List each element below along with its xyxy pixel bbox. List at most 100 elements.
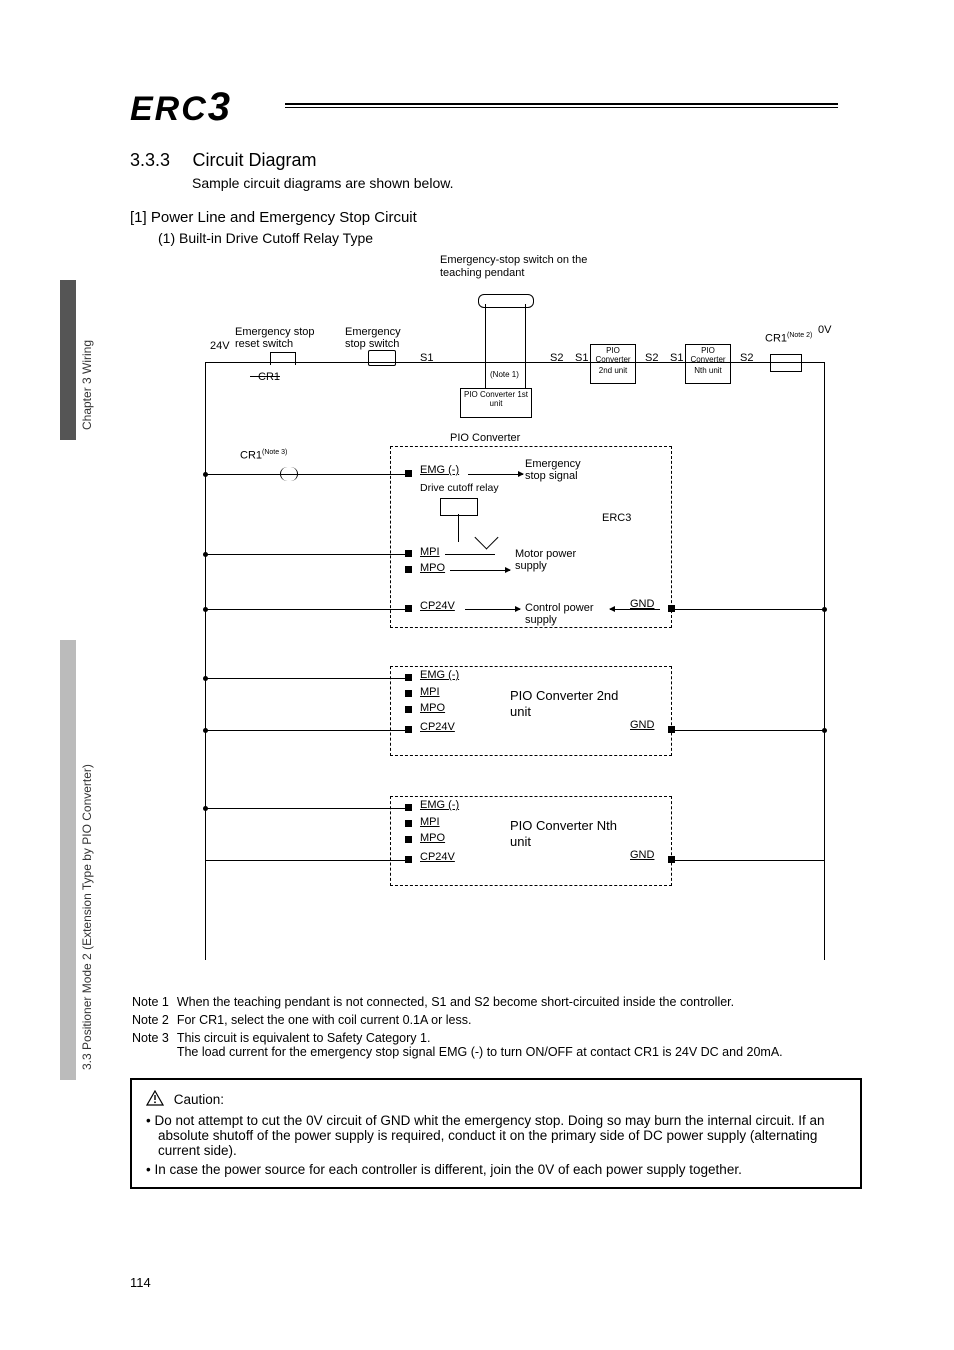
- wire-cp24v-3: [205, 860, 405, 861]
- note-3-text2: The load current for the emergency stop …: [177, 1045, 783, 1059]
- node-left-3: [203, 607, 208, 612]
- node-left-4: [203, 676, 208, 681]
- term-emg-3: [405, 804, 412, 811]
- label-s2-c: S2: [740, 352, 753, 364]
- circuit-diagram: Emergency-stop switch on the teaching pe…: [130, 254, 840, 984]
- box-pio-label-b: PIO Converter: [686, 347, 730, 365]
- side-label-chapter: Chapter 3 Wiring: [80, 340, 94, 430]
- term-mpi-1: [405, 550, 412, 557]
- wire-pendant-right: [525, 304, 526, 362]
- note-row-1: Note 1 When the teaching pendant is not …: [132, 994, 789, 1010]
- box-pio-nth-label: Nth unit: [686, 367, 730, 376]
- node-left-2: [203, 552, 208, 557]
- label-gnd-1: GND: [630, 598, 654, 610]
- label-pio-nth: PIO Converter Nth unit: [510, 818, 620, 849]
- subsection-subheading: (1) Built-in Drive Cutoff Relay Type: [158, 230, 840, 246]
- logo: ERC3: [130, 85, 232, 130]
- wire-pendant-left: [485, 304, 486, 362]
- label-cp24v-3: CP24V: [420, 851, 455, 863]
- cr1-contact-symbol: [280, 467, 298, 481]
- label-pio-2nd: PIO Converter 2nd unit: [510, 688, 620, 719]
- header-rule-2: [285, 107, 838, 108]
- arrow-motor-ps: [450, 570, 510, 571]
- wire-gnd-3: [675, 860, 825, 861]
- term-emg-1: [405, 470, 412, 477]
- box-pio-2nd-top: PIO Converter 2nd unit: [590, 344, 636, 384]
- label-0v: 0V: [818, 324, 831, 336]
- label-emg-1: EMG (-): [420, 464, 459, 476]
- pendant-switch-symbol: [478, 294, 534, 308]
- side-label-section: 3.3 Positioner Mode 2 (Extension Type by…: [80, 764, 94, 1070]
- logo-brand: ERC: [130, 90, 208, 128]
- wire-mpi-to-relay: [445, 554, 495, 555]
- term-mpo-2: [405, 706, 412, 713]
- cr1-leader: [250, 376, 280, 377]
- note-2-label: Note 2: [132, 1012, 175, 1028]
- bus-left: [205, 362, 206, 960]
- term-gnd-1: [668, 605, 675, 612]
- node-right-1: [822, 607, 827, 612]
- box-pio-nth-top: PIO Converter Nth unit: [685, 344, 731, 384]
- label-cr1-coil-text: CR1: [765, 333, 787, 345]
- section-heading: 3.3.3 Circuit Diagram: [130, 150, 840, 171]
- note-1-text: When the teaching pendant is not connect…: [177, 994, 789, 1010]
- term-cp24v-2: [405, 726, 412, 733]
- box-pio-label-a: PIO Converter: [591, 347, 635, 365]
- term-mpi-3: [405, 820, 412, 827]
- node-left-6: [203, 806, 208, 811]
- label-ctrl-ps: Control power supply: [525, 602, 605, 626]
- caution-bullet-2: • In case the power source for each cont…: [146, 1162, 846, 1177]
- page-number: 114: [130, 1275, 151, 1290]
- label-s2-a: S2: [550, 352, 563, 364]
- label-cr1-note3-sup: (Note 3): [262, 449, 287, 456]
- wire-cp24v-1: [205, 609, 405, 610]
- label-gnd-2: GND: [630, 719, 654, 731]
- label-estop-pendant: Emergency-stop switch on the teaching pe…: [440, 254, 590, 280]
- wire-top: [205, 362, 825, 363]
- content-area: 3.3.3 Circuit Diagram Sample circuit dia…: [130, 150, 840, 1189]
- notes-block: Note 1 When the teaching pendant is not …: [130, 992, 840, 1062]
- label-cp24v-2: CP24V: [420, 721, 455, 733]
- bus-right: [824, 362, 825, 960]
- label-s2-b: S2: [645, 352, 658, 364]
- note-row-2: Note 2 For CR1, select the one with coil…: [132, 1012, 789, 1028]
- wire-pio1-r: [525, 362, 526, 388]
- caution-b2-text: In case the power source for each contro…: [154, 1162, 741, 1177]
- wire-emg-2: [205, 678, 405, 679]
- label-s1-c: S1: [670, 352, 683, 364]
- section-title: Circuit Diagram: [193, 150, 317, 171]
- node-left-1: [203, 472, 208, 477]
- note-3-text: This circuit is equivalent to Safety Cat…: [177, 1031, 431, 1045]
- wire-relay-down: [458, 514, 459, 542]
- label-gnd-3: GND: [630, 849, 654, 861]
- reset-switch-symbol: [270, 352, 296, 365]
- label-estop-signal: Emergency stop signal: [525, 458, 595, 482]
- term-emg-2: [405, 674, 412, 681]
- label-motor-ps: Motor power supply: [515, 548, 590, 572]
- wire-gnd-1: [675, 609, 825, 610]
- wire-emg-3: [205, 808, 405, 809]
- box-pio-1st: PIO Converter 1st unit: [460, 388, 532, 418]
- note-2-text: For CR1, select the one with coil curren…: [177, 1012, 789, 1028]
- logo-num: 3: [208, 85, 232, 129]
- label-erc3: ERC3: [602, 512, 631, 524]
- label-cr1-note3: CR1(Note 3): [240, 449, 287, 462]
- label-mpo-1: MPO: [420, 562, 445, 574]
- caution-bullet-1: • Do not attempt to cut the 0V circuit o…: [146, 1113, 846, 1158]
- label-mpi-3: MPI: [420, 816, 440, 828]
- term-cp24v-1: [405, 605, 412, 612]
- node-left-5: [203, 728, 208, 733]
- label-mpo-2: MPO: [420, 702, 445, 714]
- note-row-3: Note 3 This circuit is equivalent to Saf…: [132, 1030, 789, 1060]
- box-pio-2nd-label: 2nd unit: [591, 367, 635, 376]
- term-cp24v-3: [405, 856, 412, 863]
- label-emg-2: EMG (-): [420, 669, 459, 681]
- wire-gnd-2: [675, 730, 825, 731]
- label-s1-a: S1: [420, 352, 433, 364]
- label-note1-small: (Note 1): [490, 370, 519, 379]
- label-cr1-note3-text: CR1: [240, 450, 262, 462]
- label-mpo-3: MPO: [420, 832, 445, 844]
- caution-header: Caution:: [146, 1090, 846, 1109]
- caution-title: Caution:: [174, 1092, 224, 1107]
- label-mpi-2: MPI: [420, 686, 440, 698]
